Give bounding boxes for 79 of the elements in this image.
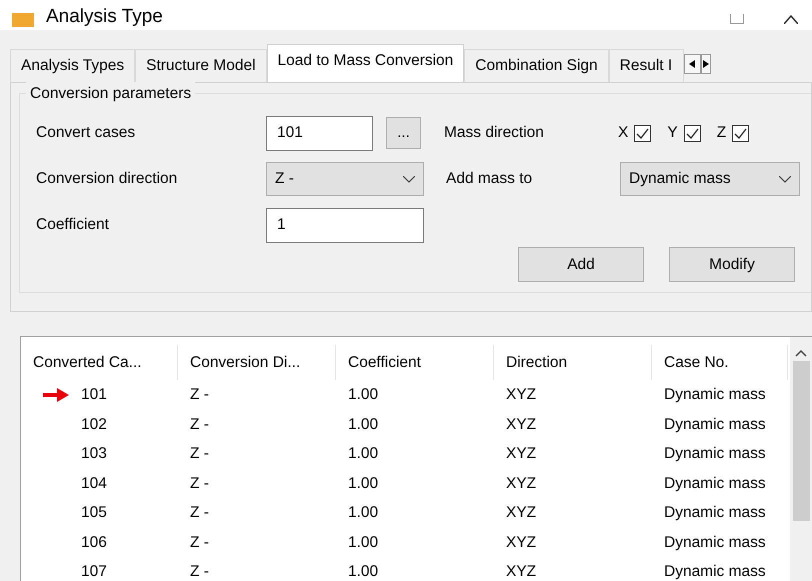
table-cell-text: 1.00 — [347, 562, 380, 581]
field-label: Conversion direction — [36, 169, 178, 190]
checkbox[interactable] — [684, 124, 701, 142]
table-cell-text: 107 — [81, 562, 107, 581]
table-cell-text: 105 — [81, 503, 107, 524]
action-button[interactable]: Modify — [669, 247, 795, 282]
table-cell-text: 102 — [81, 414, 107, 435]
input-field[interactable]: 101 — [266, 116, 373, 150]
table-cell-text: Z - — [189, 562, 210, 581]
table-cell-text: 1.00 — [347, 474, 380, 494]
table-row[interactable]: 105 Z - 1.00 XYZ Dynamic mass — [21, 498, 790, 528]
table-cell-text: Z - — [189, 385, 210, 406]
table-cell-text: Z - — [189, 503, 210, 524]
scroll-right-icon[interactable] — [700, 54, 711, 74]
column-header[interactable]: Converted Ca... — [21, 345, 178, 380]
browse-button[interactable]: ... — [386, 117, 421, 149]
table-row[interactable]: 104 Z - 1.00 XYZ Dynamic mass — [21, 468, 790, 498]
table-row[interactable]: 107 Z - 1.00 XYZ Dynamic mass — [21, 557, 790, 581]
table-cell-text: XYZ — [505, 532, 538, 553]
field-label: Add mass to — [446, 169, 534, 190]
table-cell-text: Z - — [189, 474, 210, 494]
maximize-icon[interactable] — [730, 14, 744, 24]
table-cell-text: XYZ — [505, 414, 538, 435]
checkbox[interactable] — [634, 124, 652, 142]
scrollbar[interactable] — [790, 337, 812, 581]
table-cell-text: 104 — [81, 474, 107, 494]
table-cell-text: 1.00 — [347, 532, 380, 553]
app-icon — [12, 13, 34, 27]
axis-label: Z — [716, 123, 726, 144]
table-cell-text: Dynamic mass — [663, 444, 767, 464]
table-cell-text: Dynamic mass — [663, 562, 767, 581]
table-cell-text: XYZ — [505, 474, 538, 494]
table-cell-text: Dynamic mass — [663, 414, 767, 435]
table-row[interactable]: 106 Z - 1.00 XYZ Dynamic mass — [21, 528, 790, 557]
table-row[interactable]: 102 Z - 1.00 XYZ Dynamic mass — [21, 410, 790, 439]
table-cell-text: Dynamic mass — [663, 385, 767, 406]
table-row[interactable]: 103 Z - 1.00 XYZ Dynamic mass — [21, 439, 790, 468]
table-cell-text: Z - — [189, 414, 210, 435]
chevron-icon — [779, 176, 791, 182]
tab[interactable]: Structure Model — [135, 49, 267, 82]
table-cell-text: XYZ — [505, 444, 538, 464]
table-cell-text: 1.00 — [347, 503, 380, 524]
table-cell-text: XYZ — [505, 562, 538, 581]
table-cell-text: Dynamic mass — [663, 503, 767, 524]
window-title: Analysis Type — [46, 7, 163, 26]
field-label: Convert cases — [36, 123, 136, 144]
dropdown[interactable]: Dynamic mass — [620, 162, 800, 196]
table-cell-text: 1.00 — [347, 385, 380, 406]
field-label: Coefficient — [36, 215, 110, 236]
action-button[interactable]: Add — [518, 247, 644, 282]
column-header[interactable]: Coefficient — [336, 345, 494, 380]
table-cell-text: Dynamic mass — [663, 474, 767, 494]
table-cell-text: Z - — [189, 444, 210, 464]
table-cell-text: 1.00 — [347, 414, 380, 435]
scroll-left-icon[interactable] — [684, 54, 701, 74]
field-label: Mass direction — [444, 123, 545, 144]
table-cell-text: 103 — [81, 444, 107, 464]
column-header[interactable]: Conversion Di... — [178, 345, 336, 380]
dropdown[interactable]: Z - — [266, 162, 424, 196]
tab[interactable]: Load to Mass Conversion — [266, 44, 464, 82]
checkbox[interactable] — [732, 124, 750, 142]
axis-label: Y — [667, 123, 678, 144]
table-cell-text: XYZ — [505, 385, 538, 406]
column-header[interactable]: Direction — [494, 345, 652, 380]
table-cell-text: XYZ — [505, 503, 538, 524]
scroll-up-icon[interactable] — [795, 349, 807, 357]
scroll-thumb[interactable] — [792, 361, 810, 521]
input-field[interactable]: 1 — [266, 208, 424, 242]
axis-label: X — [618, 123, 628, 144]
table-cell-text: Dynamic mass — [663, 532, 767, 553]
table-cell-text: 1.00 — [347, 444, 380, 464]
chevron-icon — [403, 176, 415, 182]
column-header[interactable]: Case No. — [652, 345, 788, 380]
table-cell-text: 106 — [81, 532, 107, 553]
tab[interactable]: Analysis Types — [10, 49, 136, 82]
table-cell-text: 101 — [81, 385, 107, 406]
table-cell-text: Z - — [189, 532, 210, 553]
tab[interactable]: Combination Sign — [464, 49, 609, 82]
tab[interactable]: Result I — [608, 49, 684, 82]
